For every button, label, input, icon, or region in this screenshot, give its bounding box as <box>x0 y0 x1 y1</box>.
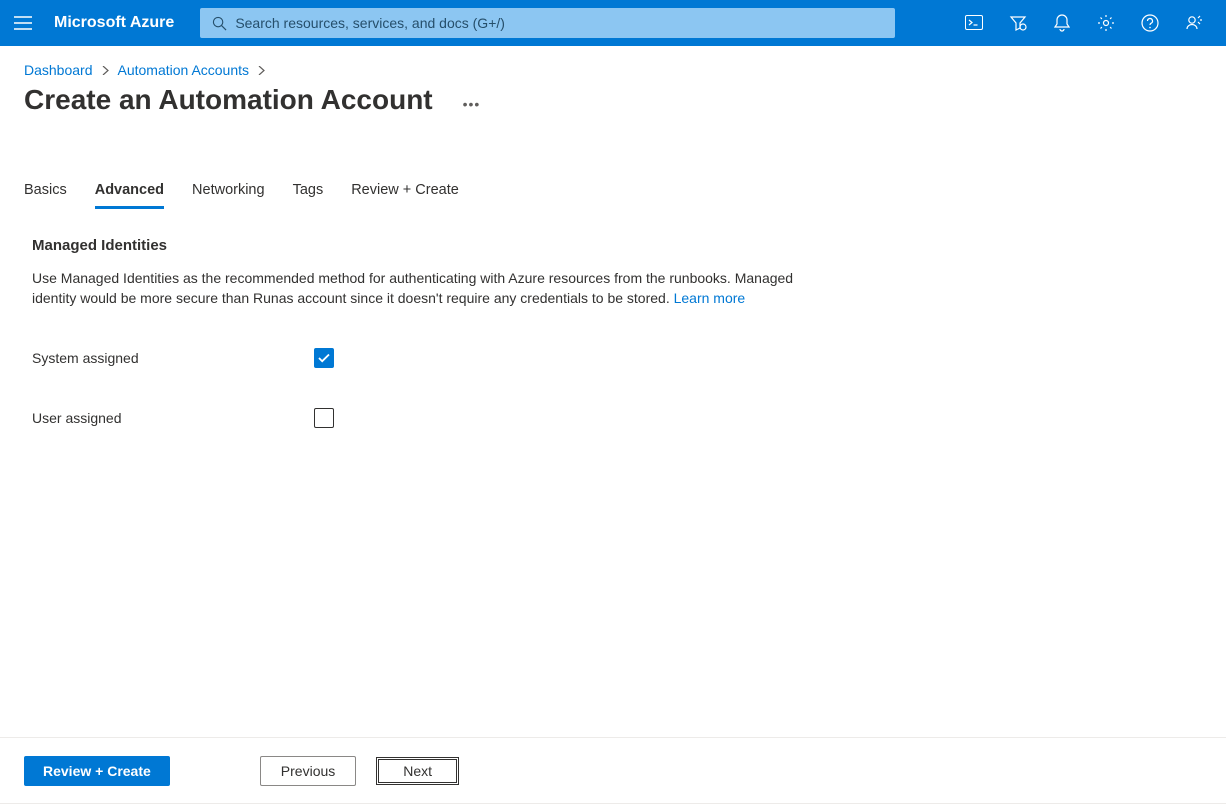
tab-basics[interactable]: Basics <box>24 174 67 209</box>
footer-bar: Review + Create Previous Next <box>0 737 1226 804</box>
tab-review-create[interactable]: Review + Create <box>351 174 459 209</box>
section-heading: Managed Identities <box>32 237 796 254</box>
user-assigned-row: User assigned <box>32 408 796 428</box>
user-assigned-checkbox[interactable] <box>314 408 334 428</box>
header-actions <box>952 0 1216 46</box>
section-description: Use Managed Identities as the recommende… <box>32 268 796 308</box>
tab-advanced[interactable]: Advanced <box>95 174 164 209</box>
top-navbar: Microsoft Azure <box>0 0 1226 46</box>
tab-tags[interactable]: Tags <box>293 174 324 209</box>
chevron-right-icon <box>257 62 266 78</box>
feedback-icon[interactable] <box>1172 0 1216 46</box>
search-box[interactable] <box>200 8 895 38</box>
search-input[interactable] <box>235 15 883 31</box>
next-button[interactable]: Next <box>376 757 459 785</box>
learn-more-link[interactable]: Learn more <box>674 290 746 306</box>
brand-label[interactable]: Microsoft Azure <box>46 14 192 32</box>
system-assigned-row: System assigned <box>32 348 796 368</box>
page-title: Create an Automation Account <box>24 84 433 116</box>
menu-icon[interactable] <box>0 0 46 46</box>
page-title-row: Create an Automation Account ••• <box>0 82 1226 116</box>
cloud-shell-icon[interactable] <box>952 0 996 46</box>
tab-networking[interactable]: Networking <box>192 174 265 209</box>
user-assigned-label: User assigned <box>32 410 314 426</box>
settings-icon[interactable] <box>1084 0 1128 46</box>
help-icon[interactable] <box>1128 0 1172 46</box>
search-icon <box>212 16 227 31</box>
breadcrumb-automation-accounts[interactable]: Automation Accounts <box>118 62 250 78</box>
breadcrumb-dashboard[interactable]: Dashboard <box>24 62 93 78</box>
notifications-icon[interactable] <box>1040 0 1084 46</box>
previous-button[interactable]: Previous <box>260 756 356 786</box>
breadcrumb: Dashboard Automation Accounts <box>0 46 1226 82</box>
chevron-right-icon <box>101 62 110 78</box>
system-assigned-checkbox[interactable] <box>314 348 334 368</box>
more-actions-icon[interactable]: ••• <box>463 96 481 112</box>
directory-filter-icon[interactable] <box>996 0 1040 46</box>
tab-bar: Basics Advanced Networking Tags Review +… <box>0 174 1226 209</box>
review-create-button[interactable]: Review + Create <box>24 756 170 786</box>
managed-identities-section: Managed Identities Use Managed Identitie… <box>0 209 820 428</box>
system-assigned-label: System assigned <box>32 350 314 366</box>
